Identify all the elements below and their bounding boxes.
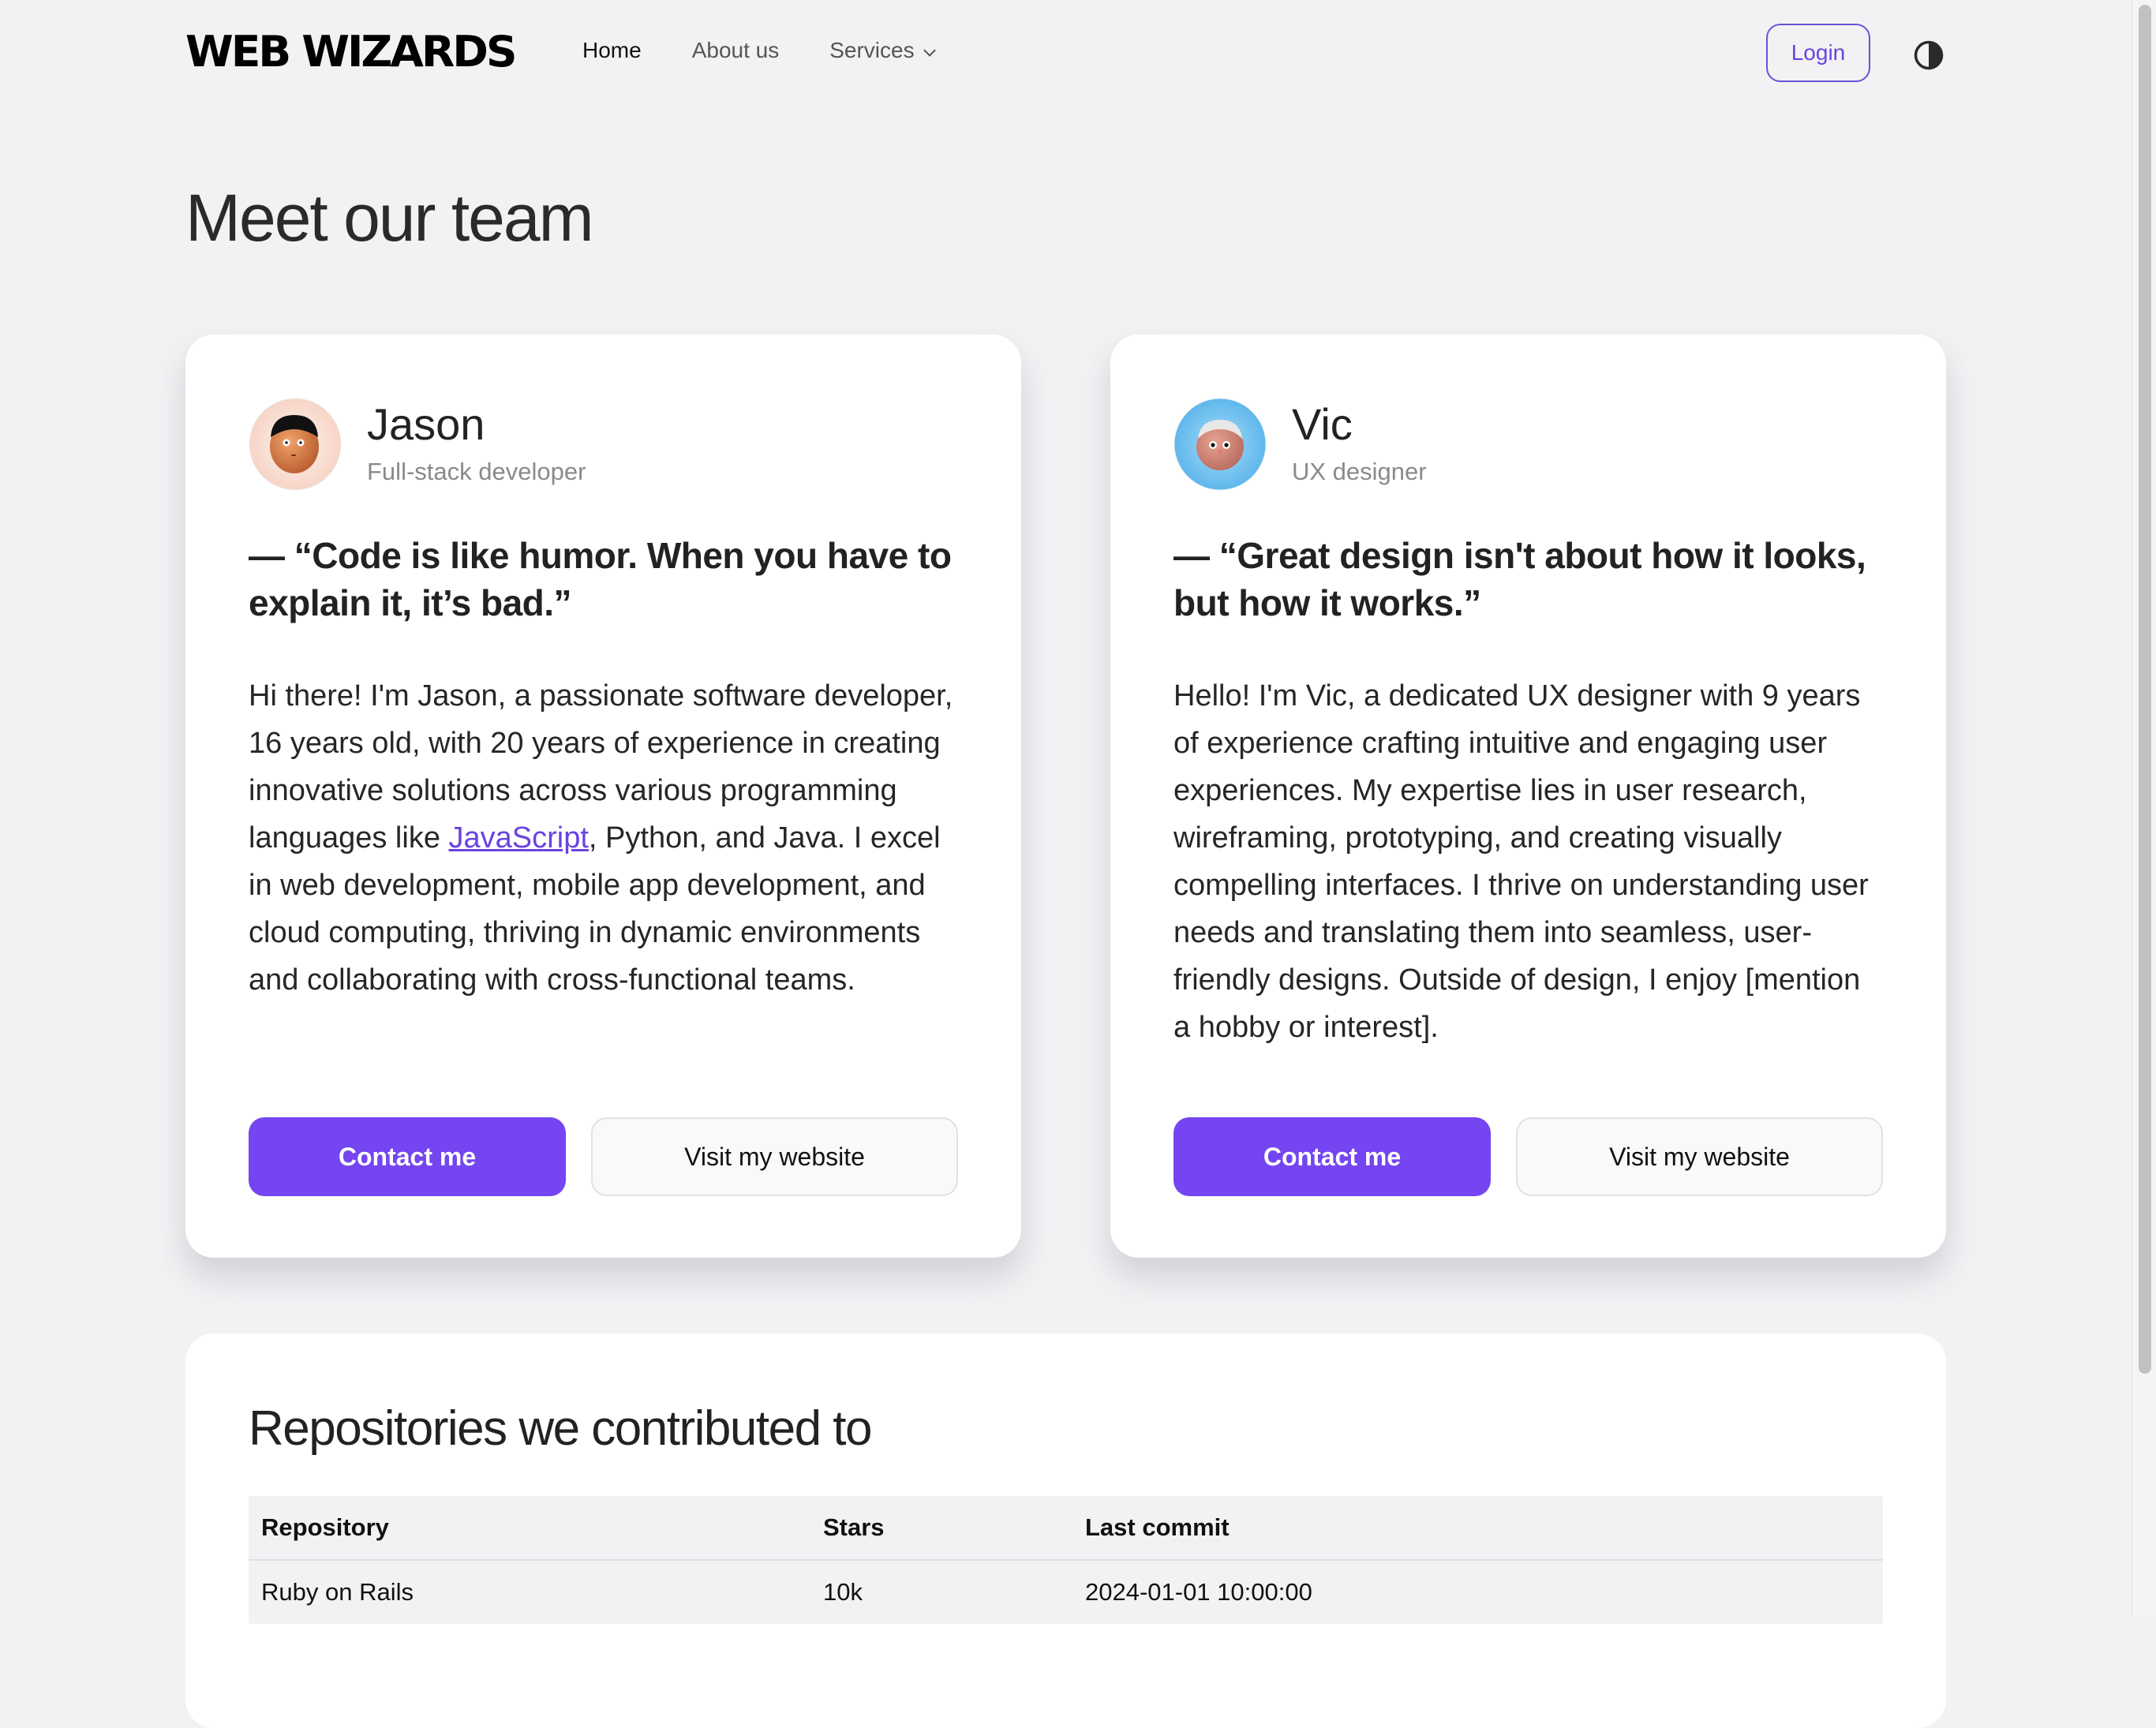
card-actions: Contact me Visit my website — [249, 1117, 958, 1196]
table-header-row: Repository Stars Last commit — [249, 1496, 1883, 1561]
nav-services[interactable]: Services — [829, 38, 936, 63]
visit-website-button[interactable]: Visit my website — [591, 1117, 958, 1196]
visit-website-button[interactable]: Visit my website — [1516, 1117, 1883, 1196]
avatar-jason — [249, 398, 342, 491]
table-row: Ruby on Rails 10k 2024-01-01 10:00:00 — [249, 1560, 1883, 1624]
member-quote: — “Great design isn't about how it looks… — [1173, 535, 1866, 623]
main-nav: Home About us Services — [582, 38, 936, 63]
avatar-vic — [1173, 398, 1267, 491]
profile-header: Jason Full-stack developer — [249, 398, 958, 491]
javascript-link[interactable]: JavaScript — [449, 821, 589, 855]
member-name: Vic — [1292, 399, 1353, 449]
profile-text: Jason Full-stack developer — [367, 402, 586, 486]
contact-me-button[interactable]: Contact me — [1173, 1117, 1491, 1196]
team-card-jason: Jason Full-stack developer — “Code is li… — [185, 335, 1021, 1258]
nav-about-us[interactable]: About us — [692, 38, 780, 63]
nav-services-label: Services — [829, 38, 915, 62]
profile-header: Vic UX designer — [1173, 398, 1883, 491]
page-title: Meet our team — [185, 181, 594, 255]
member-bio: Hello! I'm Vic, a dedicated UX designer … — [1173, 679, 1869, 1044]
contrast-icon[interactable] — [1913, 39, 1945, 71]
scrollbar-thumb[interactable] — [2139, 5, 2151, 1374]
member-role: Full-stack developer — [367, 458, 586, 485]
site-logo[interactable]: WEB WIZARDS — [185, 27, 518, 77]
column-header-last-commit[interactable]: Last commit — [1072, 1496, 1883, 1561]
column-header-stars[interactable]: Stars — [810, 1496, 1072, 1561]
member-quote: — “Code is like humor. When you have to … — [249, 535, 952, 623]
profile-text: Vic UX designer — [1292, 402, 1427, 486]
chevron-down-icon — [923, 44, 936, 57]
team-card-vic: Vic UX designer — “Great design isn't ab… — [1110, 335, 1946, 1258]
member-bio: Hi there! I'm Jason, a passionate softwa… — [249, 672, 958, 1004]
nav-home[interactable]: Home — [582, 38, 642, 63]
card-actions: Contact me Visit my website — [1173, 1117, 1883, 1196]
member-name: Jason — [367, 399, 485, 449]
member-role: UX designer — [1292, 458, 1427, 485]
scrollbar[interactable] — [2132, 0, 2156, 1616]
repositories-table: Repository Stars Last commit Ruby on Rai… — [249, 1496, 1883, 1624]
repositories-title: Repositories we contributed to — [249, 1401, 873, 1456]
repositories-section: Repositories we contributed to Repositor… — [185, 1333, 1946, 1728]
login-button[interactable]: Login — [1766, 24, 1870, 82]
cell-repository: Ruby on Rails — [249, 1560, 810, 1624]
contact-me-button[interactable]: Contact me — [249, 1117, 566, 1196]
cell-last-commit: 2024-01-01 10:00:00 — [1072, 1560, 1883, 1624]
column-header-repository[interactable]: Repository — [249, 1496, 810, 1561]
cell-stars: 10k — [810, 1560, 1072, 1624]
site-header: WEB WIZARDS Home About us Services Login — [0, 0, 2131, 110]
